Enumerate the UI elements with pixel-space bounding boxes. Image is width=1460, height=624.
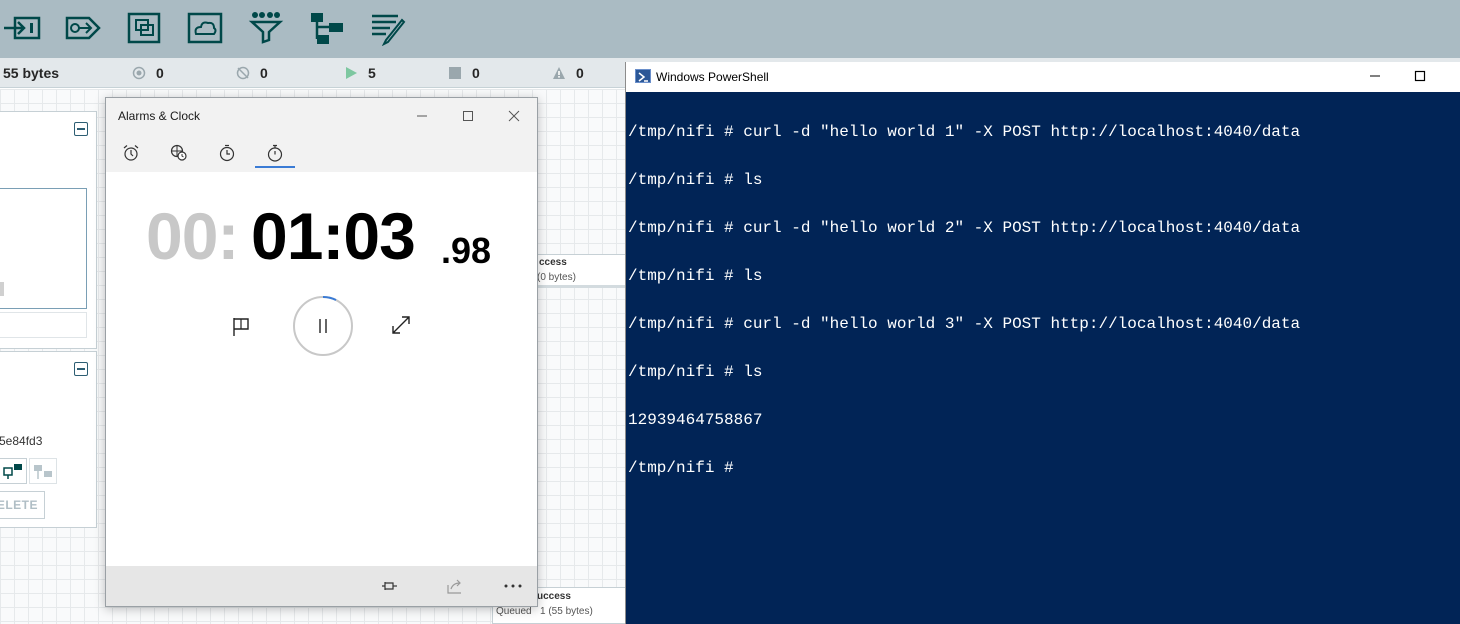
powershell-console[interactable]: /tmp/nifi # curl -d "hello world 1" -X P… — [628, 92, 1458, 508]
console-line: /tmp/nifi # curl -d "hello world 3" -X P… — [628, 315, 1301, 333]
transmitting-count: 0 — [156, 65, 164, 81]
window-title: Alarms & Clock — [118, 109, 201, 123]
running-status: 5 — [344, 65, 376, 81]
expand-icon — [392, 316, 410, 334]
alarm-tab[interactable] — [111, 138, 151, 168]
stopwatch-hours: 00: — [146, 199, 239, 273]
scrollbar-thumb[interactable] — [0, 282, 4, 296]
world-clock-icon — [170, 144, 187, 161]
world-clock-tab[interactable] — [159, 138, 199, 168]
stopped-count: 0 — [472, 65, 480, 81]
stopped-status: 0 — [448, 65, 480, 81]
invalid-status: 0 — [552, 65, 584, 81]
queued-bytes-value: 55 bytes — [3, 65, 60, 81]
label-icon[interactable] — [368, 10, 408, 47]
process-group-icon[interactable] — [124, 10, 164, 46]
panel-text-area[interactable] — [0, 188, 87, 309]
stopped-icon — [448, 66, 462, 80]
powershell-window: Windows PowerShell /tmp/nifi # curl -d "… — [625, 62, 1460, 624]
delete-button[interactable]: DELETE — [0, 491, 45, 519]
minimize-icon[interactable] — [407, 104, 437, 128]
transmitting-status: 0 — [132, 65, 164, 81]
not-transmitting-status: 0 — [236, 65, 268, 81]
console-prompt[interactable]: /tmp/nifi # — [628, 460, 1458, 476]
transmitting-icon — [132, 66, 146, 80]
pause-button[interactable] — [293, 296, 353, 356]
panel-field[interactable] — [0, 312, 87, 338]
warning-icon — [552, 66, 566, 80]
stopwatch-display: 00: 01:03 .98 — [146, 198, 506, 278]
powershell-icon — [635, 69, 651, 83]
template-button[interactable] — [0, 458, 27, 484]
console-line: /tmp/nifi # ls — [628, 363, 763, 381]
console-line: /tmp/nifi # curl -d "hello world 2" -X P… — [628, 219, 1301, 237]
timer-icon — [219, 144, 235, 162]
stopwatch-hundredths: .98 — [441, 230, 492, 271]
powershell-titlebar: Windows PowerShell — [626, 62, 1460, 92]
minimize-icon[interactable] — [1360, 64, 1390, 88]
template-icon[interactable] — [307, 10, 347, 46]
nifi-config-panel — [0, 111, 97, 349]
funnel-icon[interactable] — [246, 10, 286, 46]
component-id: 5e84fd3 — [0, 434, 43, 448]
pin-icon — [382, 582, 397, 590]
console-line: /tmp/nifi # ls — [628, 267, 763, 285]
maximize-icon[interactable] — [1405, 64, 1435, 88]
queue-bar — [534, 285, 626, 288]
nifi-toolbar — [0, 0, 1460, 58]
share-icon — [447, 579, 461, 594]
pin-to-start-button[interactable] — [378, 575, 400, 597]
not-transmitting-icon — [236, 66, 250, 80]
invalid-count: 0 — [576, 65, 584, 81]
connection-name: uccess — [537, 591, 571, 602]
queued-label: Queued — [496, 606, 532, 617]
maximize-icon[interactable] — [453, 104, 483, 128]
connection-label-success[interactable]: ccess (0 bytes) — [533, 254, 628, 288]
lap-button[interactable] — [230, 314, 252, 340]
collapse-icon[interactable] — [74, 362, 88, 376]
console-line: /tmp/nifi # curl -d "hello world 1" -X P… — [628, 123, 1301, 141]
stopwatch-icon — [267, 144, 283, 162]
share-button[interactable] — [444, 575, 466, 597]
alarm-icon — [123, 145, 139, 161]
queued-bytes: 55 bytes — [3, 65, 59, 81]
connection-name: ccess — [539, 257, 567, 268]
upload-template-button[interactable] — [29, 458, 57, 484]
output-port-icon[interactable] — [63, 10, 103, 46]
remote-process-group-icon[interactable] — [185, 10, 225, 46]
running-icon — [344, 66, 358, 80]
console-line: /tmp/nifi # ls — [628, 171, 763, 189]
more-icon — [504, 584, 522, 588]
close-icon[interactable] — [499, 104, 529, 128]
timer-tab[interactable] — [207, 138, 247, 168]
running-count: 5 — [368, 65, 376, 81]
stopwatch-minutes-seconds: 01:03 — [251, 199, 416, 273]
queued-value: 1 (55 bytes) — [540, 606, 593, 617]
more-options-button[interactable] — [502, 575, 524, 597]
expand-button[interactable] — [390, 314, 412, 336]
clock-titlebar: Alarms & Clock — [106, 98, 537, 172]
clock-command-bar — [106, 566, 537, 606]
nifi-operate-panel: 5e84fd3 DELETE — [0, 351, 97, 528]
progress-ring — [322, 296, 337, 301]
connection-queued-value: (0 bytes) — [537, 272, 576, 283]
flag-icon — [233, 318, 249, 336]
console-line: 12939464758867 — [628, 411, 763, 429]
input-port-icon[interactable] — [2, 10, 42, 46]
stopwatch-tab[interactable] — [255, 138, 295, 168]
not-transmitting-count: 0 — [260, 65, 268, 81]
window-title: Windows PowerShell — [656, 70, 769, 84]
alarms-clock-window: Alarms & Clock 00: 01:03 .98 — [105, 97, 538, 607]
collapse-icon[interactable] — [74, 122, 88, 136]
